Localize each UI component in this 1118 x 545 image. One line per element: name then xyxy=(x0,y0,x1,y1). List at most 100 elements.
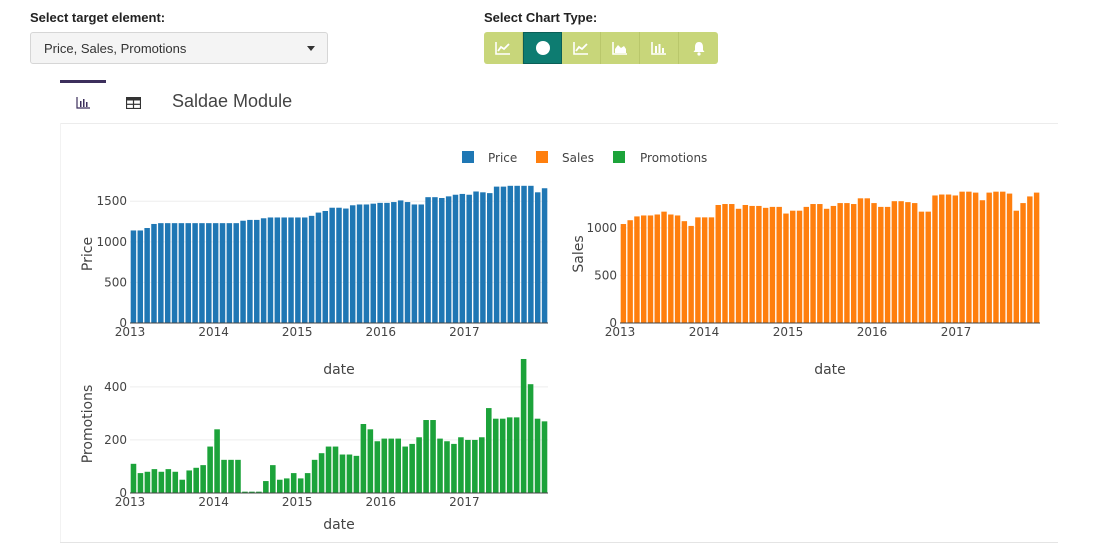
promotions-bar xyxy=(228,459,234,493)
line-chart-icon xyxy=(495,42,510,55)
promotions-x-axis-title: date xyxy=(323,517,355,533)
sales-x-tick-label: 2016 xyxy=(857,325,888,339)
promotions-bar xyxy=(325,446,332,493)
tab-table[interactable] xyxy=(118,83,148,123)
price-bar xyxy=(144,228,150,323)
sales-bar xyxy=(979,200,986,323)
sales-bar xyxy=(790,210,796,323)
promotions-bar xyxy=(186,470,192,493)
chart-type-button-bar[interactable] xyxy=(640,32,679,64)
price-bar xyxy=(356,204,363,323)
price-x-tick-label: 2013 xyxy=(115,325,146,339)
sales-bar xyxy=(837,203,843,323)
price-bar xyxy=(199,223,205,323)
sales-bar xyxy=(695,217,701,323)
price-bar xyxy=(507,185,514,323)
price-bar xyxy=(521,185,527,323)
promotions-bar xyxy=(534,418,541,493)
price-bar xyxy=(178,223,185,323)
promotions-bar xyxy=(381,438,388,493)
sales-bar xyxy=(749,205,755,323)
sales-bar xyxy=(647,215,654,323)
price-bar xyxy=(432,197,438,323)
promotions-bar xyxy=(290,473,297,493)
sales-bar xyxy=(668,214,674,323)
price-x-tick-label: 2015 xyxy=(282,325,313,339)
price-bar xyxy=(137,230,144,323)
sales-y-axis-title: Sales xyxy=(571,235,587,272)
tab-chart[interactable] xyxy=(60,80,106,123)
module-title: Saldae Module xyxy=(172,91,293,111)
promotions-x-tick-label: 2015 xyxy=(282,495,313,509)
promotions-y-tick-label: 400 xyxy=(104,380,127,394)
promotions-bar xyxy=(263,481,269,493)
chart-type-button-area[interactable] xyxy=(601,32,640,64)
sales-bar xyxy=(891,201,898,323)
sales-bar xyxy=(776,206,782,323)
promotions-bar xyxy=(242,491,248,493)
bar-chart-icon xyxy=(651,42,666,55)
price-x-tick-label: 2016 xyxy=(366,325,397,339)
sales-bar xyxy=(681,221,688,323)
chart-type-button-line-2[interactable] xyxy=(562,32,601,64)
promotions-bar xyxy=(479,437,485,493)
promotions-bar xyxy=(374,441,381,493)
price-bar xyxy=(295,217,301,323)
promotions-bar xyxy=(506,417,513,493)
panel-border-bottom xyxy=(60,542,1058,543)
price-bar xyxy=(315,212,322,323)
price-bar xyxy=(274,217,281,323)
promotions-x-tick-label: 2017 xyxy=(449,495,480,509)
panel-border xyxy=(60,123,61,542)
sales-bar xyxy=(972,192,979,323)
sales-bar xyxy=(715,204,721,323)
price-bar xyxy=(418,204,424,323)
sales-bar xyxy=(898,201,904,323)
chart-type-button-scatter[interactable] xyxy=(523,32,562,64)
sales-bar xyxy=(939,194,945,323)
promotions-bar xyxy=(297,478,304,493)
sales-bar xyxy=(654,214,660,323)
chart-type-button-line[interactable] xyxy=(484,32,523,64)
promotions-bar xyxy=(256,491,262,493)
promotions-bar xyxy=(499,418,506,493)
sales-x-tick-label: 2014 xyxy=(689,325,720,339)
legend-swatch-promotions xyxy=(613,151,625,163)
promotions-y-axis-title: Promotions xyxy=(80,385,96,464)
sales-bar xyxy=(1000,191,1006,323)
sales-bar xyxy=(796,210,803,323)
price-bar xyxy=(439,197,445,323)
price-bar xyxy=(254,219,260,323)
promotions-bar xyxy=(214,429,220,493)
price-bar xyxy=(411,204,418,323)
legend-swatch-price xyxy=(462,151,474,163)
price-bar xyxy=(308,215,315,323)
price-y-tick-label: 1500 xyxy=(96,194,127,208)
sales-x-axis-title: date xyxy=(814,362,846,378)
sales-y-tick-label: 0 xyxy=(609,316,617,330)
sales-bar xyxy=(857,198,864,323)
price-y-axis-title: Price xyxy=(80,237,96,271)
price-bar xyxy=(425,197,431,323)
sales-bar xyxy=(959,191,965,323)
price-bar xyxy=(404,202,411,323)
price-bar xyxy=(528,185,534,323)
sales-bar xyxy=(735,208,742,323)
sales-bar xyxy=(688,225,694,323)
chart-type-button-alert[interactable] xyxy=(679,32,718,64)
promotions-bar xyxy=(395,438,401,493)
promotions-bar xyxy=(172,471,179,493)
price-bar xyxy=(226,223,233,323)
sales-bar xyxy=(1033,192,1040,323)
promotions-bar xyxy=(465,439,471,493)
promotions-x-tick-label: 2016 xyxy=(366,495,397,509)
target-element-select[interactable]: Price, Sales, Promotions xyxy=(30,32,328,64)
price-bar xyxy=(466,194,472,323)
sales-bar xyxy=(952,195,959,323)
price-bar xyxy=(164,223,171,323)
price-y-tick-label: 500 xyxy=(104,275,127,289)
sales-bar xyxy=(966,191,972,323)
sales-bar xyxy=(878,206,884,323)
price-bar xyxy=(343,208,349,323)
sales-bar xyxy=(871,203,877,323)
